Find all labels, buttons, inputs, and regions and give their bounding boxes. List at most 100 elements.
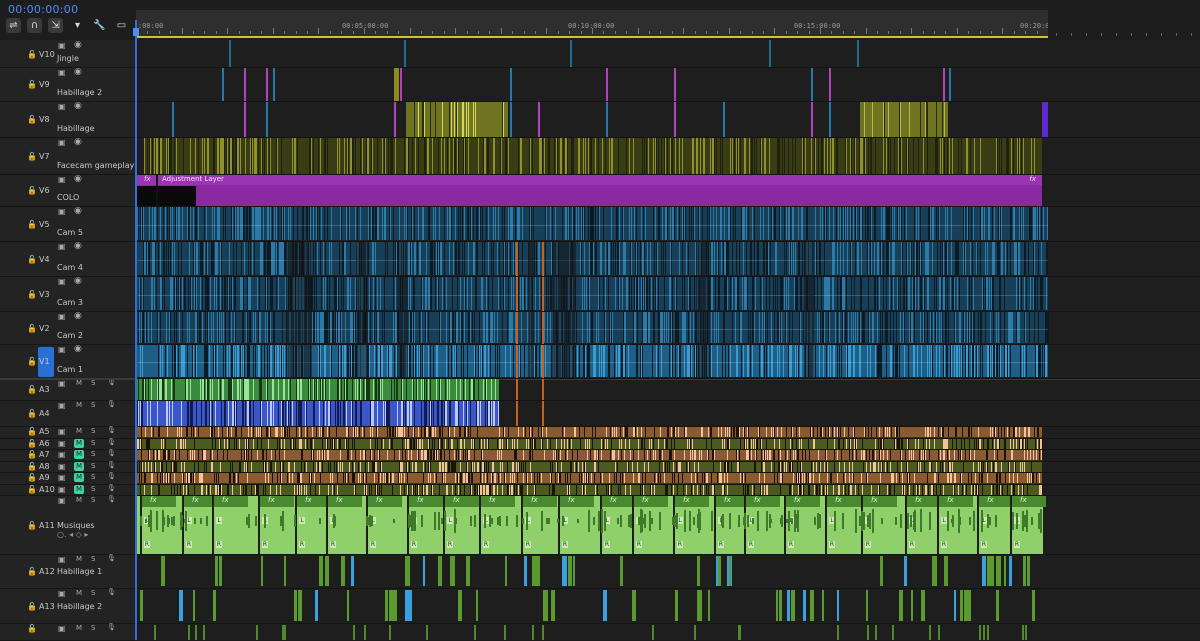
timeline-gap[interactable] xyxy=(804,241,814,378)
toggle-sync-icon[interactable]: ▣ xyxy=(58,589,66,598)
solo-button[interactable]: S xyxy=(91,555,95,563)
timeline-gap[interactable] xyxy=(528,241,534,378)
mute-button[interactable]: M xyxy=(74,589,84,598)
jingle-clip[interactable] xyxy=(404,40,406,67)
track-id[interactable]: A10 xyxy=(39,485,55,494)
habillage-2-clip[interactable] xyxy=(606,67,608,101)
toggle-sync-icon[interactable]: ▣ xyxy=(58,473,66,482)
solo-button[interactable]: S xyxy=(91,427,95,435)
toggle-sync-icon[interactable]: ▣ xyxy=(58,485,66,494)
wrench-settings-icon[interactable]: 🔧 xyxy=(92,18,107,33)
eye-icon[interactable]: ◉ xyxy=(74,344,82,354)
lock-icon[interactable]: 🔓 xyxy=(27,324,37,333)
mute-button[interactable]: M xyxy=(74,555,84,564)
habillage-2-clip[interactable] xyxy=(811,67,813,101)
voiceover-mic-icon[interactable]: 🎙 xyxy=(107,438,116,446)
track-id[interactable]: V4 xyxy=(39,255,50,264)
lock-icon[interactable]: 🔓 xyxy=(27,80,37,89)
toggle-sync-icon[interactable]: ▣ xyxy=(58,401,66,410)
habillage-2-clip[interactable] xyxy=(949,67,951,101)
timeline-gap[interactable] xyxy=(286,241,312,378)
snap-magnet-icon[interactable]: ∩ xyxy=(27,18,42,33)
mute-button[interactable]: M xyxy=(74,496,84,505)
habillage-clip[interactable] xyxy=(266,101,268,137)
eye-icon[interactable]: ◉ xyxy=(74,311,82,321)
voiceover-mic-icon[interactable]: 🎙 xyxy=(107,588,116,596)
timeline-gap[interactable] xyxy=(696,241,711,378)
track-name[interactable]: Habillage xyxy=(57,124,95,133)
track-name[interactable]: Habillage 2 xyxy=(57,88,102,97)
lock-icon[interactable]: 🔓 xyxy=(27,567,37,576)
track-name[interactable]: Habillage 2 xyxy=(57,602,102,611)
black-video-clip[interactable] xyxy=(158,186,196,206)
eye-icon[interactable]: ◉ xyxy=(74,40,82,50)
habillage-2-clip[interactable] xyxy=(510,67,512,101)
lock-icon[interactable]: 🔓 xyxy=(27,115,37,124)
track-id[interactable]: V5 xyxy=(39,220,50,229)
habillage-clip[interactable] xyxy=(406,101,508,137)
track-id[interactable]: V7 xyxy=(39,152,50,161)
track-id[interactable]: V2 xyxy=(39,324,50,333)
track-id[interactable]: A9 xyxy=(39,473,50,482)
toggle-sync-icon[interactable]: ▣ xyxy=(58,138,66,147)
habillage-clip[interactable] xyxy=(538,101,540,137)
track-id[interactable]: A3 xyxy=(39,385,50,394)
solo-button[interactable]: S xyxy=(91,379,95,387)
voiceover-mic-icon[interactable]: 🎙 xyxy=(107,426,116,434)
mute-button[interactable]: M xyxy=(74,427,84,436)
lock-icon[interactable]: 🔓 xyxy=(27,439,37,448)
adjustment-layer-clip[interactable]: fxAdjustment Layerfx xyxy=(136,174,1042,206)
lock-icon[interactable]: 🔓 xyxy=(27,357,37,366)
toggle-sync-icon[interactable]: ▣ xyxy=(58,496,66,505)
habillage-clip[interactable] xyxy=(606,101,608,137)
mute-button[interactable]: M xyxy=(74,624,84,633)
voiceover-mic-icon[interactable]: 🎙 xyxy=(107,484,116,492)
habillage-2-clip[interactable] xyxy=(829,67,831,101)
track-name[interactable]: Cam 2 xyxy=(57,331,83,340)
track-id[interactable]: A4 xyxy=(39,409,50,418)
lock-icon[interactable]: 🔓 xyxy=(27,50,37,59)
habillage-2-clip[interactable] xyxy=(273,67,275,101)
track-name[interactable]: Cam 4 xyxy=(57,263,83,272)
mute-button[interactable]: M xyxy=(74,450,84,459)
keyframe-navigator[interactable]: ○. ◂ ◇ ▸ xyxy=(57,530,88,539)
audio-clip-a4[interactable] xyxy=(136,401,499,426)
track-id[interactable]: V3 xyxy=(39,290,50,299)
habillage-2-clip[interactable] xyxy=(222,67,224,101)
track-id[interactable]: A8 xyxy=(39,462,50,471)
eye-icon[interactable]: ◉ xyxy=(74,67,82,77)
lock-icon[interactable]: 🔓 xyxy=(27,602,37,611)
lock-icon[interactable]: 🔓 xyxy=(27,473,37,482)
lock-icon[interactable]: 🔓 xyxy=(27,409,37,418)
lock-icon[interactable]: 🔓 xyxy=(27,450,37,459)
lock-icon[interactable]: 🔓 xyxy=(27,624,37,633)
time-ruler[interactable]: :00:0000:05:00:0000:10:00:0000:15:00:000… xyxy=(136,10,1048,38)
cam-clip[interactable] xyxy=(136,312,1048,343)
voiceover-mic-icon[interactable]: 🎙 xyxy=(107,400,116,408)
orange-clip[interactable] xyxy=(542,241,544,431)
track-name[interactable]: Musiques xyxy=(57,521,95,530)
toggle-sync-icon[interactable]: ▣ xyxy=(58,427,66,436)
toggle-sync-icon[interactable]: ▣ xyxy=(58,379,66,388)
timeline-gap[interactable] xyxy=(397,241,408,378)
lock-icon[interactable]: 🔓 xyxy=(27,152,37,161)
toggle-sync-icon[interactable]: ▣ xyxy=(58,102,66,111)
habillage-clip[interactable] xyxy=(829,101,831,137)
mute-button[interactable]: M xyxy=(74,401,84,410)
habillage-clip[interactable] xyxy=(811,101,813,137)
track-id[interactable]: A6 xyxy=(39,439,50,448)
voiceover-mic-icon[interactable]: 🎙 xyxy=(107,623,116,631)
track-id[interactable]: V6 xyxy=(39,186,50,195)
solo-button[interactable]: S xyxy=(91,473,95,481)
lock-icon[interactable]: 🔓 xyxy=(27,186,37,195)
toggle-sync-icon[interactable]: ▣ xyxy=(58,555,66,564)
eye-icon[interactable]: ◉ xyxy=(74,276,82,286)
voiceover-mic-icon[interactable]: 🎙 xyxy=(107,554,116,562)
track-id[interactable]: A5 xyxy=(39,427,50,436)
track-id[interactable]: V9 xyxy=(39,80,50,89)
habillage-2-clip[interactable] xyxy=(943,67,945,101)
cam-clip[interactable] xyxy=(136,277,1048,310)
track-name[interactable]: Cam 5 xyxy=(57,228,83,237)
jingle-clip[interactable] xyxy=(229,40,231,67)
track-id[interactable]: A13 xyxy=(39,602,55,611)
